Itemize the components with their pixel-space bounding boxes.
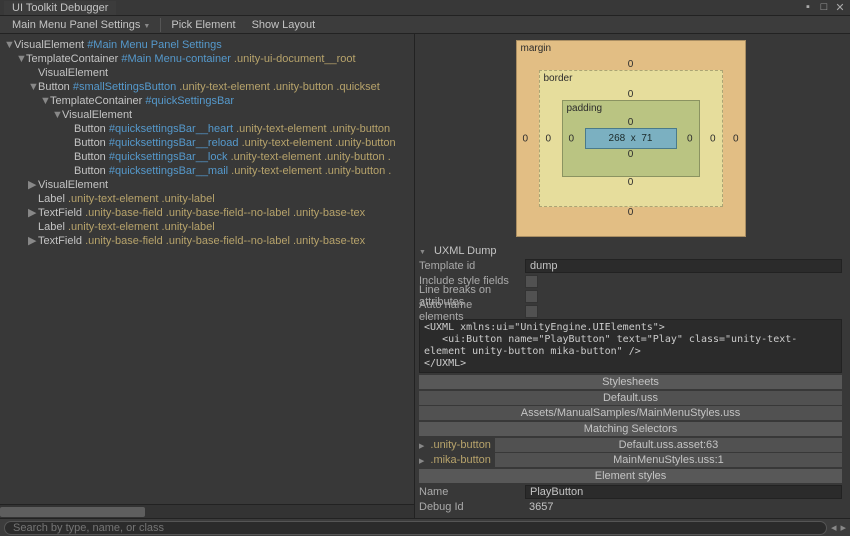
tree-row[interactable]: Button #quicksettingsBar__mail .unity-te…	[0, 164, 414, 178]
padding-left-value: 0	[569, 133, 575, 144]
padding-top-value: 0	[585, 117, 677, 128]
uxml-dump-header[interactable]: UXML Dump	[419, 245, 842, 257]
line-breaks-checkbox[interactable]	[525, 290, 538, 303]
tree-row[interactable]: Button #quicksettingsBar__lock .unity-te…	[0, 150, 414, 164]
tree-row[interactable]: ▼TemplateContainer #quickSettingsBar	[0, 94, 414, 108]
padding-label: padding	[567, 103, 603, 114]
stylesheets-header: Stylesheets	[419, 375, 842, 389]
stylesheet-item[interactable]: Default.uss	[419, 391, 842, 405]
content-size: 268 x 71	[585, 128, 677, 149]
margin-label: margin	[521, 43, 552, 54]
panel-select-dropdown[interactable]: Main Menu Panel Settings	[4, 17, 158, 33]
search-prev-icon[interactable]: ◂	[831, 521, 837, 534]
selector-row[interactable]: .mika-buttonMainMenuStyles.uss:1	[419, 453, 842, 467]
tree-row[interactable]: ▶VisualElement	[0, 178, 414, 192]
border-bottom-value: 0	[562, 177, 700, 188]
tree-row[interactable]: ▼TemplateContainer #Main Menu-container …	[0, 52, 414, 66]
tree-row[interactable]: ▼Button #smallSettingsButton .unity-text…	[0, 80, 414, 94]
tree-row[interactable]: Button #quicksettingsBar__heart .unity-t…	[0, 122, 414, 136]
margin-left-value: 0	[523, 133, 529, 144]
horizontal-scrollbar[interactable]	[0, 504, 414, 518]
divider	[160, 18, 161, 32]
element-styles-header: Element styles	[419, 469, 842, 483]
border-label: border	[544, 73, 573, 84]
uxml-code-output: <UXML xmlns:ui="UnityEngine.UIElements">…	[419, 319, 842, 373]
auto-name-checkbox[interactable]	[525, 305, 538, 318]
style-label: Name	[419, 486, 519, 498]
border-right-value: 0	[710, 133, 716, 144]
search-next-icon[interactable]: ▸	[840, 521, 846, 534]
auto-name-label: Auto name elements	[419, 299, 519, 323]
style-value: 3657	[525, 500, 842, 514]
margin-bottom-value: 0	[539, 207, 723, 218]
tree-row[interactable]: VisualElement	[0, 66, 414, 80]
pick-element-button[interactable]: Pick Element	[163, 17, 243, 33]
close-icon[interactable]: ✕	[834, 1, 846, 14]
style-value[interactable]: PlayButton	[525, 485, 842, 499]
template-id-label: Template id	[419, 260, 519, 272]
style-label: Debug Id	[419, 501, 519, 513]
template-id-field[interactable]: dump	[525, 259, 842, 273]
tree-row[interactable]: ▼VisualElement	[0, 108, 414, 122]
margin-right-value: 0	[733, 133, 739, 144]
margin-top-value: 0	[539, 59, 723, 70]
include-style-fields-checkbox[interactable]	[525, 275, 538, 288]
show-layout-button[interactable]: Show Layout	[244, 17, 324, 33]
tree-row[interactable]: ▼VisualElement #Main Menu Panel Settings	[0, 38, 414, 52]
padding-bottom-value: 0	[585, 149, 677, 160]
window-tab[interactable]: UI Toolkit Debugger	[4, 1, 116, 15]
border-left-value: 0	[546, 133, 552, 144]
maximize-icon[interactable]: □	[818, 1, 830, 14]
search-input[interactable]	[4, 521, 827, 535]
stylesheet-item[interactable]: Assets/ManualSamples/MainMenuStyles.uss	[419, 406, 842, 420]
border-top-value: 0	[562, 89, 700, 100]
selector-row[interactable]: .unity-buttonDefault.uss.asset:63	[419, 438, 842, 452]
box-model-diagram: margin 0 0 0 border 0 0 0 padding 0 0 0 …	[516, 40, 746, 237]
tree-row[interactable]: Button #quicksettingsBar__reload .unity-…	[0, 136, 414, 150]
tree-row[interactable]: ▶TextField .unity-base-field .unity-base…	[0, 234, 414, 248]
dock-icon[interactable]: ▪	[802, 1, 814, 14]
tree-row[interactable]: ▶TextField .unity-base-field .unity-base…	[0, 206, 414, 220]
matching-selectors-header: Matching Selectors	[419, 422, 842, 436]
padding-right-value: 0	[687, 133, 693, 144]
tree-row[interactable]: Label .unity-text-element .unity-label	[0, 192, 414, 206]
tree-row[interactable]: Label .unity-text-element .unity-label	[0, 220, 414, 234]
